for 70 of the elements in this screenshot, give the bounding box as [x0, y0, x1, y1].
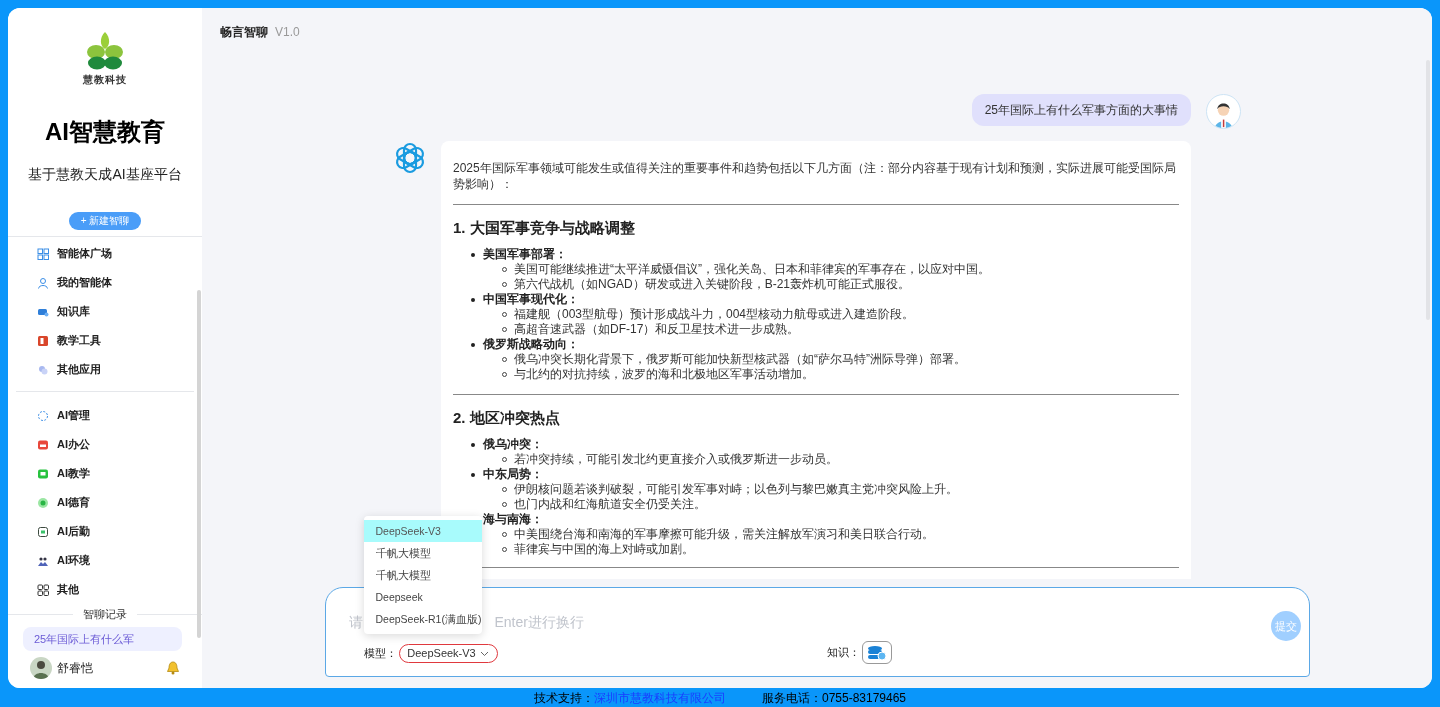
menu-item[interactable]: 教学工具	[57, 332, 101, 349]
menu-item[interactable]: AI后勤	[57, 523, 90, 540]
list-text: 美国可能继续推进“太平洋威慑倡议”，强化关岛、日本和菲律宾的军事存在，以应对中国。	[514, 262, 990, 277]
footer-text: 服务电话：0755-83179465	[761, 689, 907, 707]
list-text: 也门内战和红海航道安全仍受关注。	[514, 497, 706, 512]
menu-item[interactable]: AI德育	[57, 494, 90, 511]
user-avatar[interactable]	[30, 656, 52, 679]
dashed-circle-icon	[37, 409, 49, 422]
menu-item[interactable]: 我的智能体	[57, 274, 112, 291]
section-heading: 1. 大国军事竞争与战略调整	[453, 218, 636, 238]
menu-item[interactable]: 智能体广场	[57, 245, 112, 262]
list-label: 美国军事部署：	[483, 247, 567, 262]
list-label: 俄乌冲突：	[483, 437, 543, 452]
section-heading: 2. 地区冲突热点	[453, 408, 561, 428]
grid-icon	[37, 247, 49, 260]
user-avatar	[1206, 94, 1241, 129]
knowledge-label: 知识：	[826, 645, 860, 661]
model-label: 模型：	[363, 646, 397, 662]
placeholder-text: Enter进行换行	[494, 613, 584, 632]
list-label: 中东局势：	[483, 467, 543, 482]
list-label: 俄罗斯战略动向：	[483, 337, 579, 352]
knowledge-button[interactable]	[861, 641, 892, 664]
dropdown-option[interactable]: DeepSeek-V3	[363, 520, 482, 542]
list-text: 菲律宾与中国的海上对峙或加剧。	[514, 542, 694, 557]
clover-logo-icon	[85, 30, 125, 70]
bell-icon[interactable]	[166, 660, 180, 675]
briefcase-icon	[37, 438, 49, 451]
logo-caption: 慧教科技	[83, 73, 127, 87]
user-name: 舒睿恺	[57, 659, 94, 677]
app-subtitle: 基于慧教天成AI基座平台	[27, 165, 183, 184]
person-icon	[37, 276, 49, 289]
list-text: 第六代战机（如NGAD）研发或进入关键阶段，B-21轰炸机可能正式服役。	[514, 277, 911, 292]
app-title: AI智慧教育	[44, 117, 166, 147]
dropdown-option[interactable]: Deepseek	[363, 586, 482, 608]
box-icon	[37, 525, 49, 538]
menu-item[interactable]: AI管理	[57, 407, 90, 424]
scrollbar[interactable]	[197, 290, 201, 638]
menu-item[interactable]: AI办公	[57, 436, 90, 453]
footer-text: 技术支持：	[533, 689, 594, 707]
list-text: 福建舰（003型航母）预计形成战斗力，004型核动力航母或进入建造阶段。	[514, 307, 915, 322]
dropdown-option[interactable]: 千帆大模型	[363, 542, 482, 564]
list-text: 中美围绕台海和南海的军事摩擦可能升级，需关注解放军演习和美日联合行动。	[514, 527, 934, 542]
page-title: 畅言智聊	[220, 24, 268, 41]
menu-item[interactable]: 其他应用	[57, 361, 101, 378]
list-text: 高超音速武器（如DF-17）和反卫星技术进一步成熟。	[514, 322, 800, 337]
list-text: 伊朗核问题若谈判破裂，可能引发军事对峙；以色列与黎巴嫩真主党冲突风险上升。	[514, 482, 958, 497]
menu-item[interactable]: AI教学	[57, 465, 90, 482]
knot-icon	[393, 141, 427, 175]
history-item[interactable]: 25年国际上有什么军	[23, 626, 182, 651]
list-text: 与北约的对抗持续，波罗的海和北极地区军事活动增加。	[514, 367, 814, 382]
target-icon	[37, 496, 49, 509]
list-text: 若冲突持续，可能引发北约更直接介入或俄罗斯进一步动员。	[514, 452, 838, 467]
grid-icon	[37, 583, 49, 596]
database-icon	[866, 644, 887, 661]
list-label: 中国军事现代化：	[483, 292, 579, 307]
slides-icon	[37, 334, 49, 347]
answer-paragraph: 2025年国际军事领域可能发生或值得关注的重要事件和趋势包括以下几方面（注：部分内容基于现有计划和预测，实际进展可能受国际局势影响）：	[453, 160, 1177, 192]
caret-icon	[479, 649, 489, 658]
version-label: V1.0	[275, 24, 300, 41]
placeholder-text: 请	[348, 613, 363, 632]
menu-item[interactable]: AI环境	[57, 552, 90, 569]
user-message: 25年国际上有什么军事方面的大事情	[971, 94, 1191, 126]
menu-item[interactable]: 其他	[57, 581, 79, 598]
screen-icon	[37, 467, 49, 480]
section-heading: 智聊记录	[82, 607, 128, 622]
menu-item[interactable]: 知识库	[57, 303, 90, 320]
dropdown-option[interactable]: 千帆大模型	[363, 564, 482, 586]
list-text: 俄乌冲突长期化背景下，俄罗斯可能加快新型核武器（如“萨尔马特”洲际导弹）部署。	[514, 352, 966, 367]
dropdown-option[interactable]: DeepSeek-R1(满血版)	[363, 608, 482, 630]
shapes-icon	[37, 363, 49, 376]
